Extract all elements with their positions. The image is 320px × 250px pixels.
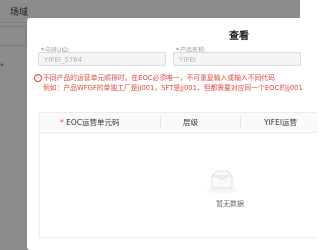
empty-box-icon bbox=[207, 170, 237, 194]
dialog-title: 查看 bbox=[229, 31, 249, 42]
warning-message: ! 不同产品的运营单元顺排时，在EOC必须唯一，不可重复输入或输入不同代码 例如：… bbox=[34, 74, 303, 93]
column-header-eoc: * EOC运营单元码 bbox=[60, 113, 120, 132]
uid-field[interactable]: YIFEI_5764 bbox=[38, 52, 166, 66]
column-header-eoc-text: EOC运营单元码 bbox=[66, 118, 120, 127]
view-dialog: 查看 *中班UID: YIFEI_5764 *产品名称: YIFEI ! 不同产品… bbox=[27, 18, 317, 250]
warning-circle-icon: ! bbox=[34, 74, 42, 82]
empty-state-text: 暂无数据 bbox=[216, 200, 244, 208]
column-header-level: 层级 bbox=[183, 118, 198, 127]
product-field[interactable]: YIFEI bbox=[173, 52, 301, 66]
column-header-yifei: YIFEI运营 bbox=[264, 118, 298, 127]
column-separator bbox=[240, 117, 241, 128]
warning-line-1: 不同产品的运营单元顺排时，在EOC必须唯一，不可重复输入或输入不同代码 bbox=[43, 74, 275, 82]
table-header: * EOC运营单元码 层级 YIFEI运营 bbox=[40, 113, 317, 133]
eoc-table: * EOC运营单元码 层级 YIFEI运营 bbox=[39, 112, 317, 238]
warning-line-2: 例如：产品WFGF的单独工厂是jj001，SFT是jj001，但都需要对应同一个… bbox=[43, 83, 303, 92]
column-separator bbox=[160, 117, 161, 128]
